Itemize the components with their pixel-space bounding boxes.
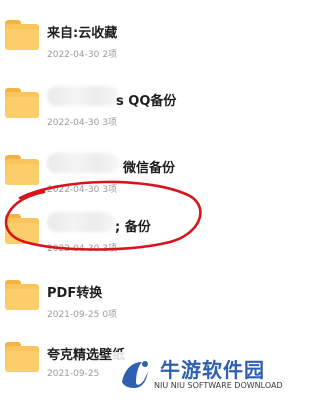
- folder-name: 来自:云收藏: [47, 26, 118, 41]
- folder-row-yun-shoucang[interactable]: 来自:云收藏 2022-04-30 2项: [0, 10, 300, 68]
- folder-count: 3项: [102, 118, 118, 128]
- folder-count: 3项: [102, 185, 118, 195]
- folder-meta: 2021-09-25 0项: [47, 307, 117, 320]
- folder-icon: [5, 280, 39, 310]
- folder-meta: 2022-04-30 3项: [47, 241, 117, 254]
- folder-icon: [5, 88, 39, 118]
- folder-icon: [5, 342, 39, 372]
- folder-date: 2022-04-30: [47, 185, 100, 195]
- folder-name: s QQ备份: [116, 94, 177, 109]
- watermark-subtitle: NIU NIU SOFTWARE DOWNLOAD: [154, 381, 283, 390]
- folder-date: 2022-04-30: [47, 50, 100, 60]
- file-list: 来自:云收藏 2022-04-30 2项 s QQ备份 2022-04-30 3项 …: [0, 0, 300, 400]
- folder-name: PDF转换: [47, 286, 103, 301]
- folder-count: 3项: [102, 244, 118, 254]
- folder-name: ; 备份: [115, 220, 151, 235]
- folder-meta: 2022-04-30 3项: [47, 115, 117, 128]
- folder-meta: 2022-04-30 3项: [47, 182, 117, 195]
- folder-row-qq-backup[interactable]: s QQ备份 2022-04-30 3项: [0, 78, 300, 136]
- folder-row-pdf-convert[interactable]: PDF转换 2021-09-25 0项: [0, 270, 300, 328]
- folder-date: 2021-09-25: [47, 369, 100, 379]
- folder-count: 0项: [102, 310, 118, 320]
- folder-meta: 2021-09-25: [47, 369, 102, 379]
- folder-icon: [5, 20, 39, 50]
- folder-icon: [5, 214, 39, 244]
- watermark-title: 牛游软件园: [160, 358, 265, 382]
- folder-date: 2022-04-30: [47, 244, 100, 254]
- watermark: 牛游软件园 NIU NIU SOFTWARE DOWNLOAD: [112, 352, 300, 396]
- folder-date: 2022-04-30: [47, 118, 100, 128]
- redacted-text: [47, 212, 115, 232]
- folder-icon: [5, 155, 39, 185]
- folder-count: 2项: [102, 50, 118, 60]
- redacted-text: [47, 153, 119, 173]
- folder-meta: 2022-04-30 2项: [47, 47, 117, 60]
- redacted-text: [47, 86, 119, 106]
- folder-name: 微信备份: [123, 161, 176, 176]
- folder-row-circled-backup[interactable]: ; 备份 2022-04-30 3项: [0, 204, 300, 262]
- folder-date: 2021-09-25: [47, 310, 100, 320]
- folder-row-wechat-backup[interactable]: 微信备份 2022-04-30 3项: [0, 145, 300, 203]
- watermark-logo-icon: [122, 361, 148, 388]
